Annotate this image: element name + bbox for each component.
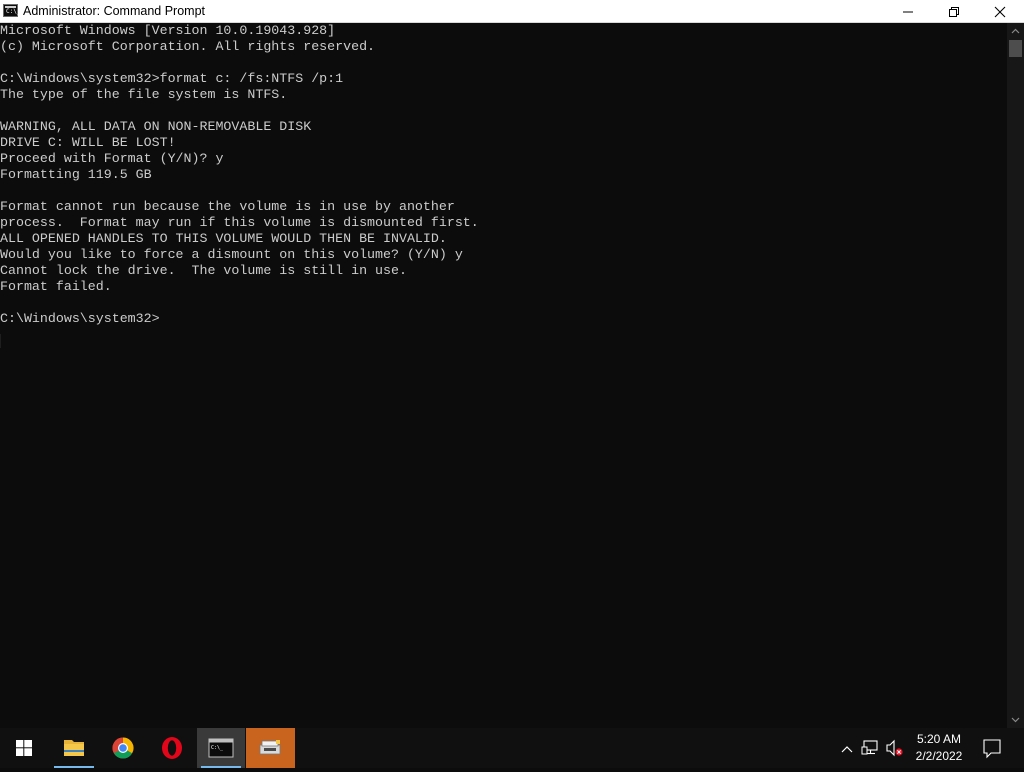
restore-icon <box>949 7 959 17</box>
windows-logo-icon <box>16 740 32 756</box>
opera-icon <box>162 737 182 759</box>
console-line: Format cannot run because the volume is … <box>0 199 455 214</box>
volume-tray-button[interactable] <box>884 738 906 758</box>
taskbar-installer[interactable] <box>246 728 295 768</box>
network-tray-button[interactable] <box>861 738 881 758</box>
cmd-icon: C:\_ <box>208 738 234 758</box>
console-prompt: C:\Windows\system32> <box>0 311 160 326</box>
network-icon <box>861 740 878 755</box>
console-line: Cannot lock the drive. The volume is sti… <box>0 263 407 278</box>
console-line: (c) Microsoft Corporation. All rights re… <box>0 39 376 54</box>
command-prompt-window: C:\_ Administrator: Command Prompt Micro… <box>0 0 1024 728</box>
volume-muted-icon <box>886 739 903 757</box>
chevron-up-icon <box>841 746 853 753</box>
scroll-up-button[interactable] <box>1007 23 1024 40</box>
taskbar-file-explorer[interactable] <box>50 728 98 768</box>
title-bar[interactable]: C:\_ Administrator: Command Prompt <box>0 0 1024 23</box>
chrome-icon <box>112 737 134 759</box>
window-title: Administrator: Command Prompt <box>23 4 206 18</box>
folder-icon <box>64 740 84 756</box>
text-cursor <box>0 334 1 348</box>
console-line: Format failed. <box>0 279 112 294</box>
arrow-down-icon <box>1011 717 1020 723</box>
start-button[interactable] <box>0 728 48 768</box>
action-center-button[interactable] <box>976 728 1008 768</box>
scroll-thumb[interactable] <box>1009 40 1022 57</box>
console-line: Would you like to force a dismount on th… <box>0 247 463 262</box>
action-center-icon <box>983 739 1001 759</box>
taskbar-opera[interactable] <box>148 728 196 768</box>
vertical-scrollbar[interactable] <box>1007 23 1024 728</box>
console-output[interactable]: Microsoft Windows [Version 10.0.19043.92… <box>0 23 1007 728</box>
clock-time: 5:20 AM <box>916 732 962 746</box>
console-line: Formatting 119.5 GB <box>0 167 152 182</box>
console-line: WARNING, ALL DATA ON NON-REMOVABLE DISK <box>0 119 312 134</box>
console-line: DRIVE C: WILL BE LOST! <box>0 135 176 150</box>
clock-date: 2/2/2022 <box>915 749 963 763</box>
console-line: Proceed with Format (Y/N)? y <box>0 151 224 166</box>
svg-text:C:\_: C:\_ <box>211 745 224 751</box>
minimize-icon <box>903 11 913 13</box>
console-line: ALL OPENED HANDLES TO THIS VOLUME WOULD … <box>0 231 447 246</box>
console-line: Microsoft Windows [Version 10.0.19043.92… <box>0 23 336 38</box>
taskbar-command-prompt[interactable]: C:\_ <box>197 728 245 768</box>
clock[interactable]: 5:20 AM 2/2/2022 <box>908 728 970 768</box>
close-icon <box>994 6 1006 18</box>
console-line: The type of the file system is NTFS. <box>0 87 288 102</box>
console-line: process. Format may run if this volume i… <box>0 215 479 230</box>
show-hidden-icons-button[interactable] <box>838 730 856 766</box>
taskbar-chrome[interactable] <box>99 728 147 768</box>
minimize-button[interactable] <box>885 0 931 23</box>
cmd-icon[interactable]: C:\_ <box>3 4 20 17</box>
close-button[interactable] <box>977 0 1023 23</box>
arrow-up-icon <box>1011 28 1020 34</box>
scroll-down-button[interactable] <box>1007 711 1024 728</box>
installer-icon <box>259 740 281 755</box>
restore-button[interactable] <box>931 0 977 23</box>
console-line: C:\Windows\system32>format c: /fs:NTFS /… <box>0 71 344 86</box>
